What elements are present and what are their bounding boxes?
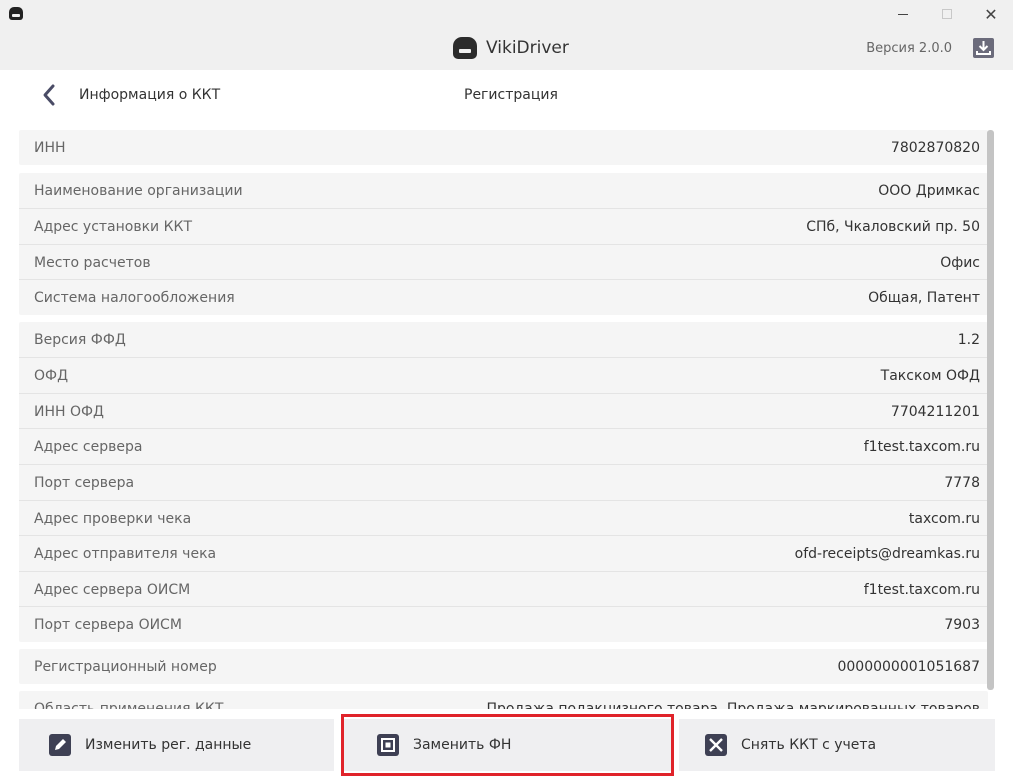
- info-row: Порт сервера 7778: [19, 465, 988, 500]
- info-row: ИНН 7802870820: [19, 130, 988, 165]
- row-label: ИНН ОФД: [34, 403, 104, 420]
- info-row: Адрес проверки чека taxcom.ru: [19, 501, 988, 536]
- row-value: f1test.taxcom.ru: [863, 581, 980, 598]
- row-value: 0000000001051687: [837, 658, 980, 675]
- row-label: Наименование организации: [34, 182, 243, 199]
- close-icon: ✕: [984, 4, 998, 24]
- section-title: Регистрация: [464, 87, 558, 103]
- close-button[interactable]: ✕: [969, 0, 1013, 28]
- row-value: Такском ОФД: [880, 367, 980, 384]
- app-title: VikiDriver: [486, 38, 569, 58]
- row-label: Порт сервера ОИСМ: [34, 616, 182, 633]
- row-label: Версия ФФД: [34, 331, 126, 348]
- page-title[interactable]: Информация о ККТ: [79, 87, 220, 103]
- edit-registration-label: Изменить рег. данные: [85, 737, 252, 753]
- minimize-icon: [898, 13, 908, 15]
- row-value: СПб, Чкаловский пр. 50: [806, 218, 980, 235]
- app-icon: [9, 7, 23, 20]
- version-label: Версия 2.0.0: [866, 41, 952, 56]
- group-reg-number: Регистрационный номер 0000000001051687: [19, 649, 988, 684]
- info-row: Версия ФФД 1.2: [19, 322, 988, 357]
- info-row: Порт сервера ОИСМ 7903: [19, 607, 988, 642]
- info-row: Наименование организации ООО Дримкас: [19, 173, 988, 208]
- pencil-icon: [49, 734, 71, 756]
- edit-registration-button[interactable]: Изменить рег. данные: [19, 719, 334, 771]
- close-x-icon: [705, 734, 727, 756]
- maximize-icon: [942, 9, 952, 19]
- row-value: Общая, Патент: [868, 289, 980, 306]
- info-row: ОФД Такском ОФД: [19, 358, 988, 393]
- row-value: ofd-receipts@dreamkas.ru: [794, 545, 980, 562]
- row-label: Адрес установки ККТ: [34, 218, 193, 235]
- row-value: 1.2: [957, 331, 980, 348]
- row-value: ООО Дримкас: [878, 182, 980, 199]
- row-value: 7778: [944, 474, 980, 491]
- app-header: VikiDriver Версия 2.0.0: [0, 28, 1013, 70]
- row-value: taxcom.ru: [908, 510, 980, 527]
- logo-icon: [453, 37, 477, 59]
- square-icon: [377, 734, 399, 756]
- row-value: f1test.taxcom.ru: [863, 438, 980, 455]
- back-icon[interactable]: [40, 83, 60, 107]
- minimize-button[interactable]: [881, 0, 925, 28]
- group-organization: Наименование организации ООО Дримкас Адр…: [19, 173, 988, 315]
- maximize-button[interactable]: [925, 0, 969, 28]
- info-row: ИНН ОФД 7704211201: [19, 394, 988, 429]
- info-row: Адрес установки ККТ СПб, Чкаловский пр. …: [19, 209, 988, 244]
- row-label: Порт сервера: [34, 474, 135, 491]
- info-row: Адрес сервера f1test.taxcom.ru: [19, 429, 988, 464]
- row-label: Область применения ККТ: [34, 700, 224, 710]
- replace-fn-label: Заменить ФН: [413, 737, 512, 753]
- download-icon[interactable]: [973, 38, 994, 58]
- row-label: ОФД: [34, 367, 69, 384]
- scrollbar[interactable]: [987, 130, 994, 690]
- deregister-button[interactable]: Снять ККТ с учета: [679, 719, 995, 771]
- title-bar: ✕: [0, 0, 1013, 28]
- row-label: Место расчетов: [34, 254, 151, 271]
- nav-bar: Информация о ККТ Регистрация: [0, 70, 1013, 120]
- info-row: Адрес сервера ОИСМ f1test.taxcom.ru: [19, 572, 988, 607]
- info-row: Область применения ККТ Продажа подакцизн…: [19, 691, 988, 710]
- row-label: Адрес проверки чека: [34, 510, 192, 527]
- info-row: Система налогообложения Общая, Патент: [19, 280, 988, 315]
- replace-fn-button[interactable]: Заменить ФН: [341, 719, 672, 771]
- row-label: Регистрационный номер: [34, 658, 217, 675]
- info-row: Адрес отправителя чека ofd-receipts@drea…: [19, 536, 988, 571]
- row-value: 7802870820: [890, 139, 980, 156]
- row-label: Адрес отправителя чека: [34, 545, 217, 562]
- row-value: 7903: [944, 616, 980, 633]
- row-value: Офис: [940, 254, 980, 271]
- group-usage-area: Область применения ККТ Продажа подакцизн…: [19, 691, 988, 709]
- row-label: Адрес сервера ОИСМ: [34, 581, 191, 598]
- info-row: Место расчетов Офис: [19, 245, 988, 280]
- row-label: Адрес сервера: [34, 438, 143, 455]
- info-row: Регистрационный номер 0000000001051687: [19, 649, 988, 684]
- row-value: Продажа подакцизного товара, Продажа мар…: [486, 700, 981, 710]
- row-label: Система налогообложения: [34, 289, 235, 306]
- action-bar: Изменить рег. данные Заменить ФН Снять К…: [0, 709, 1013, 784]
- row-label: ИНН: [34, 139, 66, 156]
- group-ofd: Версия ФФД 1.2 ОФД Такском ОФД ИНН ОФД 7…: [19, 322, 988, 642]
- deregister-label: Снять ККТ с учета: [741, 737, 877, 753]
- group-inn: ИНН 7802870820: [19, 130, 988, 165]
- row-value: 7704211201: [890, 403, 980, 420]
- registration-info-list: ИНН 7802870820 Наименование организации …: [0, 120, 1013, 709]
